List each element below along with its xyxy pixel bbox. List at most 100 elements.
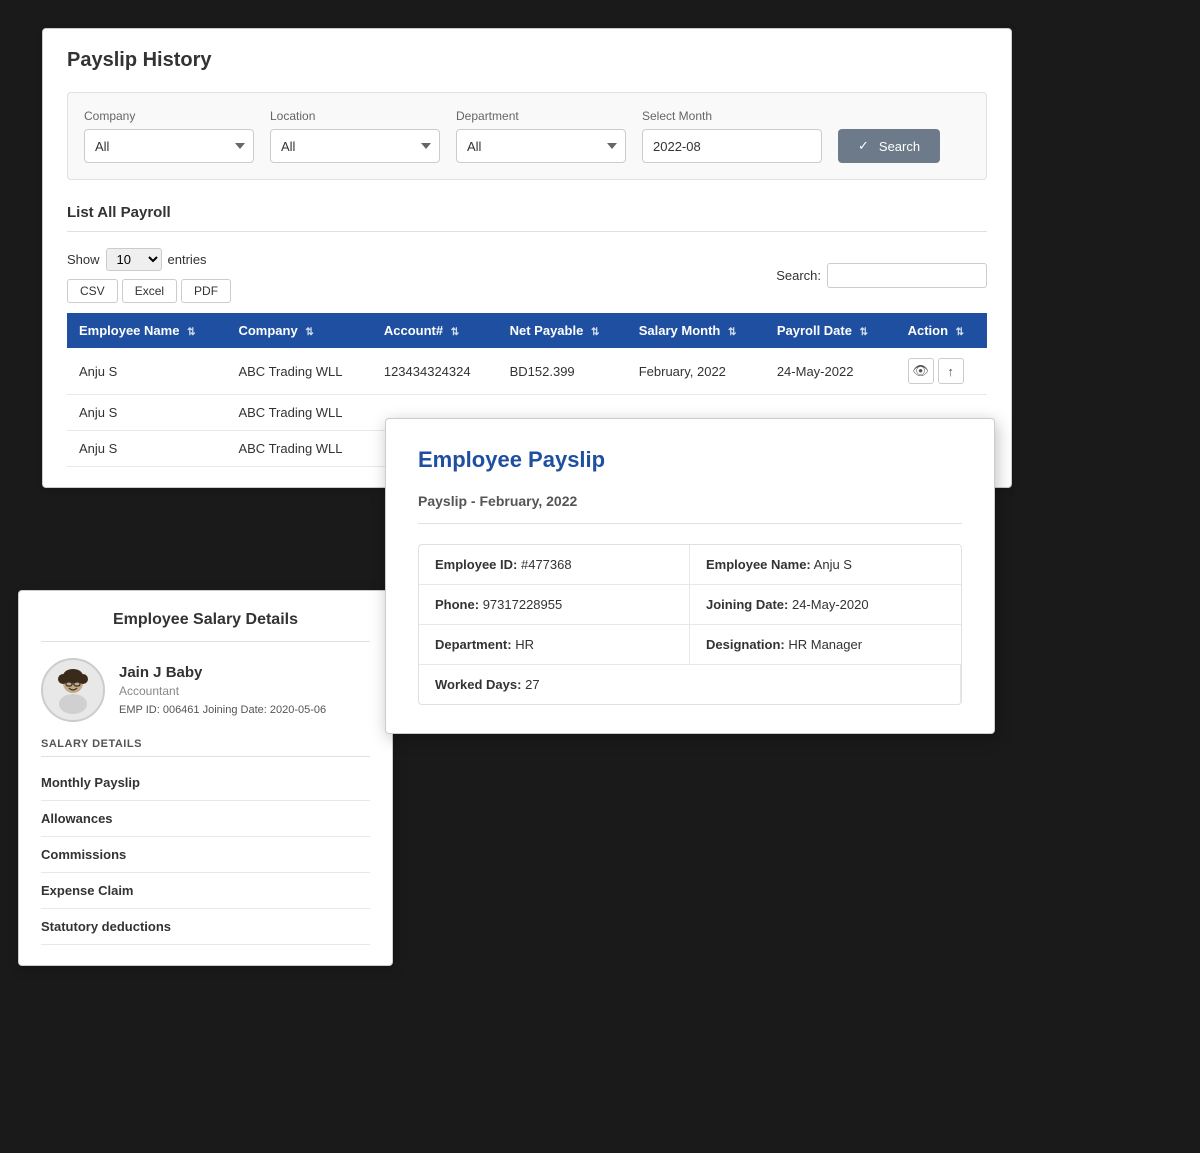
company-filter-group: Company All ABC Trading WLL bbox=[84, 109, 254, 163]
sort-icon-account: ⇅ bbox=[451, 327, 459, 338]
cell-company: ABC Trading WLL bbox=[226, 395, 371, 431]
info-department: Department: HR bbox=[419, 625, 690, 665]
show-entries-control: Show 10 25 50 100 entries bbox=[67, 248, 231, 271]
worked-days-value: 27 bbox=[525, 677, 539, 692]
cell-employee-name: Anju S bbox=[67, 431, 226, 467]
cell-net-payable: BD152.399 bbox=[498, 348, 627, 395]
sort-icon-salary-month: ⇅ bbox=[728, 327, 736, 338]
sort-icon-payroll-date: ⇅ bbox=[860, 327, 868, 338]
employee-info: Jain J Baby Accountant EMP ID: 006461 Jo… bbox=[119, 664, 326, 716]
info-designation: Designation: HR Manager bbox=[690, 625, 961, 665]
employee-full-name: Jain J Baby bbox=[119, 664, 326, 681]
desig-value: HR Manager bbox=[788, 637, 862, 652]
department-label: Department bbox=[456, 109, 626, 123]
info-employee-name: Employee Name: Anju S bbox=[690, 545, 961, 585]
payslip-period-label: Payslip - bbox=[418, 493, 476, 509]
employee-profile: Jain J Baby Accountant EMP ID: 006461 Jo… bbox=[41, 658, 370, 722]
emp-name-label: Employee Name: bbox=[706, 557, 811, 572]
employee-role: Accountant bbox=[119, 684, 326, 698]
search-button[interactable]: Search bbox=[838, 129, 940, 163]
show-label: Show bbox=[67, 252, 100, 267]
department-filter-group: Department All HR Finance bbox=[456, 109, 626, 163]
emp-id-value: #477368 bbox=[521, 557, 572, 572]
select-month-label: Select Month bbox=[642, 109, 822, 123]
company-select[interactable]: All ABC Trading WLL bbox=[84, 129, 254, 163]
sort-icon-net-payable: ⇅ bbox=[591, 327, 599, 338]
joining-date-value: 24-May-2020 bbox=[792, 597, 869, 612]
payslip-info-grid: Employee ID: #477368 Employee Name: Anju… bbox=[418, 544, 962, 705]
info-phone: Phone: 97317228955 bbox=[419, 585, 690, 625]
emp-name-value: Anju S bbox=[814, 557, 852, 572]
payroll-history-title: Payslip History bbox=[67, 49, 987, 72]
payslip-title: Employee Payslip bbox=[418, 447, 962, 473]
select-month-filter-group: Select Month bbox=[642, 109, 822, 163]
worked-days-label: Worked Days: bbox=[435, 677, 521, 692]
emp-id-label: Employee ID: bbox=[435, 557, 517, 572]
checkmark-icon bbox=[858, 138, 873, 154]
phone-label: Phone: bbox=[435, 597, 479, 612]
list-heading-main: Payroll bbox=[121, 204, 171, 221]
col-company[interactable]: Company ⇅ bbox=[226, 313, 371, 348]
menu-item-statutory-deductions[interactable]: Statutory deductions bbox=[41, 909, 370, 945]
payslip-period-value: February, 2022 bbox=[479, 493, 577, 509]
menu-item-expense-claim[interactable]: Expense Claim bbox=[41, 873, 370, 909]
filter-row: Company All ABC Trading WLL Location All… bbox=[67, 92, 987, 180]
avatar bbox=[41, 658, 105, 722]
joining-meta-label: Joining Date: bbox=[203, 704, 267, 716]
entries-select[interactable]: 10 25 50 100 bbox=[106, 248, 162, 271]
select-month-input[interactable] bbox=[642, 129, 822, 163]
csv-button[interactable]: CSV bbox=[67, 279, 118, 303]
salary-section-label: SALARY DETAILS bbox=[41, 738, 370, 757]
col-employee-name[interactable]: Employee Name ⇅ bbox=[67, 313, 226, 348]
menu-item-allowances[interactable]: Allowances bbox=[41, 801, 370, 837]
excel-button[interactable]: Excel bbox=[122, 279, 177, 303]
menu-item-commissions[interactable]: Commissions bbox=[41, 837, 370, 873]
company-label: Company bbox=[84, 109, 254, 123]
col-salary-month[interactable]: Salary Month ⇅ bbox=[627, 313, 765, 348]
action-icons: 👁 ↑ bbox=[908, 358, 975, 384]
cell-action: 👁 ↑ bbox=[896, 348, 987, 395]
dept-label: Department: bbox=[435, 637, 512, 652]
cell-payroll-date: 24-May-2022 bbox=[765, 348, 896, 395]
location-label: Location bbox=[270, 109, 440, 123]
col-account[interactable]: Account# ⇅ bbox=[372, 313, 498, 348]
table-controls: Show 10 25 50 100 entries CSV Excel PDF … bbox=[67, 248, 987, 303]
department-select[interactable]: All HR Finance bbox=[456, 129, 626, 163]
payslip-modal: Employee Payslip Payslip - February, 202… bbox=[385, 418, 995, 734]
salary-details-title: Employee Salary Details bbox=[41, 611, 370, 642]
col-net-payable[interactable]: Net Payable ⇅ bbox=[498, 313, 627, 348]
emp-id-meta-value: 006461 bbox=[163, 704, 200, 716]
cell-company: ABC Trading WLL bbox=[226, 348, 371, 395]
info-employee-id: Employee ID: #477368 bbox=[419, 545, 690, 585]
avatar-svg bbox=[49, 666, 97, 714]
location-filter-group: Location All bbox=[270, 109, 440, 163]
menu-item-monthly-payslip[interactable]: Monthly Payslip bbox=[41, 765, 370, 801]
view-action-button[interactable]: 👁 bbox=[908, 358, 934, 384]
cell-account: 123434324324 bbox=[372, 348, 498, 395]
employee-meta: EMP ID: 006461 Joining Date: 2020-05-06 bbox=[119, 704, 326, 716]
upload-action-button[interactable]: ↑ bbox=[938, 358, 964, 384]
emp-id-meta-label: EMP ID: bbox=[119, 704, 160, 716]
table-search-input[interactable] bbox=[827, 263, 987, 288]
table-header-row: Employee Name ⇅ Company ⇅ Account# ⇅ Net… bbox=[67, 313, 987, 348]
cell-company: ABC Trading WLL bbox=[226, 431, 371, 467]
list-heading: List All Payroll bbox=[67, 204, 987, 232]
export-buttons: CSV Excel PDF bbox=[67, 279, 231, 303]
location-select[interactable]: All bbox=[270, 129, 440, 163]
table-row: Anju S ABC Trading WLL 123434324324 BD15… bbox=[67, 348, 987, 395]
joining-date-label: Joining Date: bbox=[706, 597, 788, 612]
info-joining-date: Joining Date: 24-May-2020 bbox=[690, 585, 961, 625]
search-button-label: Search bbox=[879, 139, 920, 154]
pdf-button[interactable]: PDF bbox=[181, 279, 231, 303]
info-worked-days: Worked Days: 27 bbox=[419, 665, 961, 704]
table-search-box: Search: bbox=[776, 263, 987, 288]
cell-salary-month: February, 2022 bbox=[627, 348, 765, 395]
list-heading-prefix: List All bbox=[67, 204, 116, 221]
sort-icon-action: ⇅ bbox=[956, 327, 964, 338]
sort-icon-employee: ⇅ bbox=[187, 327, 195, 338]
col-payroll-date[interactable]: Payroll Date ⇅ bbox=[765, 313, 896, 348]
entries-label: entries bbox=[168, 252, 207, 267]
phone-value: 97317228955 bbox=[483, 597, 563, 612]
table-search-label: Search: bbox=[776, 268, 821, 283]
col-action: Action ⇅ bbox=[896, 313, 987, 348]
